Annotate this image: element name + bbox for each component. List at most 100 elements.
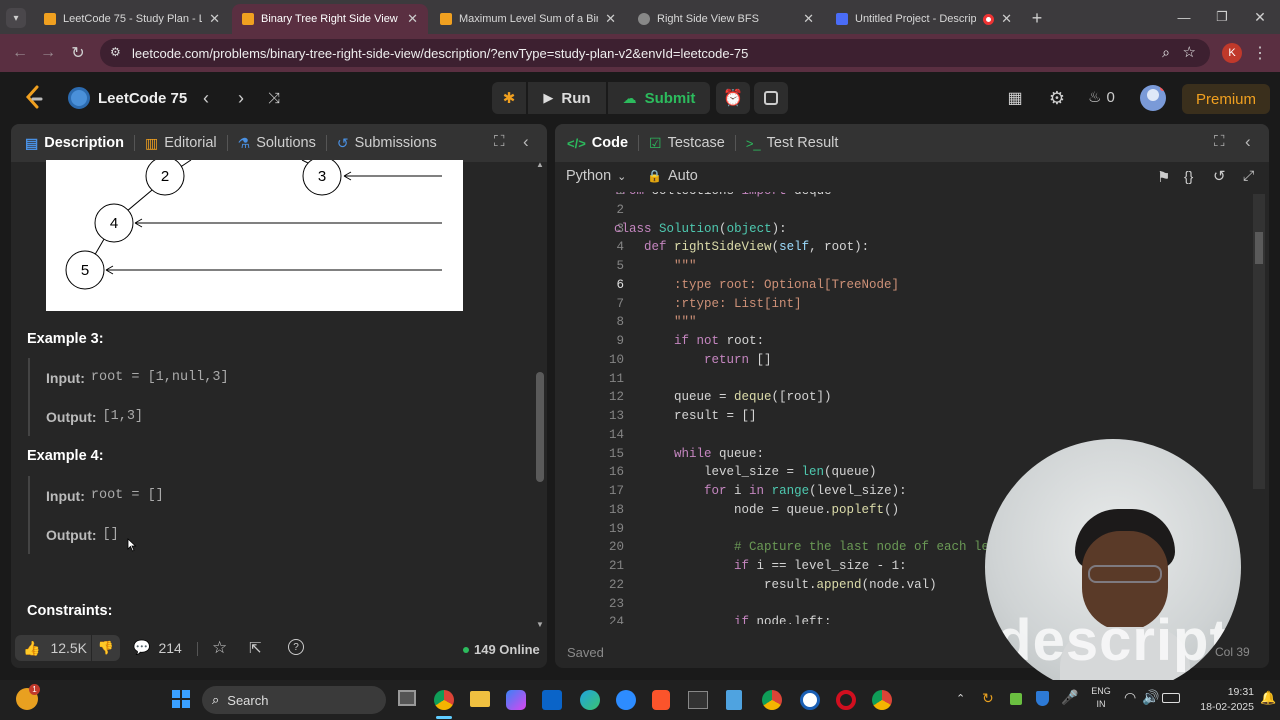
collapse-panel-icon[interactable]: ‹ <box>1245 132 1251 152</box>
tray-app-icon[interactable] <box>1010 693 1022 705</box>
file-explorer-icon[interactable] <box>470 691 490 707</box>
clock[interactable]: 19:31 18-02-2025 <box>1188 685 1254 715</box>
reset-code-icon[interactable]: ↺ <box>1213 167 1226 185</box>
timer-button[interactable]: ⏰ <box>716 82 750 114</box>
comments-button[interactable]: 💬 214 <box>133 639 182 656</box>
tab-test-result[interactable]: >_ Test Result <box>736 124 849 162</box>
browser-menu-icon[interactable]: ⋮ <box>1252 43 1268 63</box>
battery-icon[interactable] <box>1162 693 1180 703</box>
tab-editorial[interactable]: ▥ Editorial <box>135 124 227 162</box>
tab-search-icon[interactable]: ▾ <box>6 8 26 28</box>
sync-icon[interactable]: ↻ <box>982 690 994 707</box>
description-scrollbar[interactable]: ▲ ▼ <box>535 160 545 630</box>
tab-submissions[interactable]: ↺ Submissions <box>327 124 447 162</box>
opera-icon[interactable] <box>836 690 856 710</box>
premium-button[interactable]: Premium <box>1182 84 1270 114</box>
like-button[interactable]: 👍 12.5K <box>15 635 91 661</box>
next-problem-icon[interactable]: › <box>231 88 251 108</box>
close-tab-icon[interactable]: ✕ <box>407 11 418 27</box>
chrome-alt-icon[interactable] <box>762 690 782 710</box>
back-arrow-icon[interactable]: ← <box>10 43 30 63</box>
task-view-icon[interactable] <box>398 690 416 706</box>
browser-tab[interactable]: Right Side View BFS ✕ <box>628 4 824 34</box>
word-icon[interactable] <box>800 690 820 710</box>
code-line: :rtype: List[int] <box>614 296 802 311</box>
browser-tab-active[interactable]: Binary Tree Right Side View - Le ✕ <box>232 4 428 34</box>
format-braces-icon[interactable]: {} <box>1184 168 1193 184</box>
reload-icon[interactable]: ↻ <box>68 43 88 63</box>
fullscreen-icon[interactable]: ⤢ <box>1243 167 1254 184</box>
zoom-icon[interactable]: ⌕ <box>1162 44 1170 61</box>
thumbs-up-icon: 👍 <box>23 639 41 656</box>
microphone-icon[interactable]: 🎤 <box>1061 689 1078 706</box>
study-plan-link[interactable]: LeetCode 75 <box>68 87 187 109</box>
close-tab-icon[interactable]: ✕ <box>803 11 814 27</box>
streak-counter[interactable]: ♨ 0 <box>1088 88 1115 107</box>
run-button[interactable]: ▶ Run <box>528 82 606 114</box>
tab-description[interactable]: ▤ Description <box>11 124 134 162</box>
browser-tab[interactable]: Untitled Project - Descript ✕ <box>826 4 1022 34</box>
notes-button[interactable] <box>754 82 788 114</box>
settings-gear-icon[interactable]: ⚙ <box>1046 88 1068 108</box>
submit-button[interactable]: ☁ Submit <box>608 82 710 114</box>
tray-overflow-icon[interactable]: ⌃ <box>956 692 965 705</box>
zoom-app-icon[interactable] <box>616 690 636 710</box>
browser-tab[interactable]: LeetCode 75 - Study Plan - Leet ✕ <box>34 4 230 34</box>
windows-start-icon[interactable] <box>172 690 190 708</box>
tab-code[interactable]: </> Code <box>555 124 638 162</box>
forward-arrow-icon[interactable]: → <box>38 43 58 63</box>
notepad-icon[interactable] <box>726 690 742 710</box>
help-icon[interactable]: ? <box>288 639 304 655</box>
terminal-app-icon[interactable] <box>688 691 708 709</box>
chrome-active-icon[interactable] <box>872 690 892 710</box>
prev-problem-icon[interactable]: ‹ <box>196 88 216 108</box>
maximize-icon[interactable]: ❐ <box>1210 8 1234 26</box>
bookmark-icon[interactable]: ⚑ <box>1157 168 1170 186</box>
language-select[interactable]: Python ⌄ <box>566 168 626 184</box>
dislike-button[interactable]: 👎 <box>92 635 120 661</box>
close-tab-icon[interactable]: ✕ <box>209 11 220 27</box>
editor-scrollbar-thumb[interactable] <box>1255 232 1263 264</box>
edge-icon[interactable] <box>580 690 600 710</box>
outlook-icon[interactable] <box>542 690 562 710</box>
tab-testcase[interactable]: ☑ Testcase <box>639 124 735 162</box>
layout-grid-icon[interactable]: ▦ <box>1004 88 1026 108</box>
scroll-down-arrow-icon[interactable]: ▼ <box>536 620 544 629</box>
site-info-icon[interactable]: ⚙ <box>110 45 121 59</box>
url-input[interactable]: ⚙ leetcode.com/problems/binary-tree-righ… <box>100 39 1210 67</box>
code-line: return [] <box>704 352 772 367</box>
defender-icon[interactable] <box>1036 691 1049 706</box>
close-tab-icon[interactable]: ✕ <box>605 11 616 27</box>
wifi-icon[interactable]: ◠ <box>1124 689 1136 706</box>
volume-icon[interactable]: 🔊 <box>1142 689 1159 706</box>
close-tab-icon[interactable]: ✕ <box>1001 11 1012 27</box>
copilot-icon[interactable] <box>506 690 526 710</box>
shuffle-icon[interactable]: ⤨ <box>264 88 284 108</box>
bookmark-star-icon[interactable]: ☆ <box>1183 43 1196 61</box>
brave-icon[interactable] <box>652 690 670 710</box>
user-avatar[interactable] <box>1140 85 1166 111</box>
scroll-up-arrow-icon[interactable]: ▲ <box>536 160 544 169</box>
minimize-icon[interactable]: — <box>1172 8 1196 26</box>
bug-icon: ✱ <box>502 90 516 107</box>
line-number: 14 <box>608 427 624 442</box>
weather-widget[interactable]: 1 <box>16 684 40 710</box>
scrollbar-thumb[interactable] <box>536 372 544 482</box>
language-indicator[interactable]: ENG IN <box>1088 685 1114 711</box>
expand-panel-icon[interactable]: ⛶ <box>494 133 505 150</box>
leetcode-logo-icon[interactable] <box>24 85 44 111</box>
close-window-icon[interactable]: ✕ <box>1248 8 1272 26</box>
expand-panel-icon[interactable]: ⛶ <box>1214 133 1225 150</box>
debug-button[interactable]: ✱ <box>492 82 526 114</box>
auto-mode-toggle[interactable]: 🔒 Auto <box>647 168 698 184</box>
tab-solutions[interactable]: ⚗ Solutions <box>228 124 326 162</box>
browser-tab[interactable]: Maximum Level Sum of a Binar ✕ <box>430 4 626 34</box>
collapse-panel-icon[interactable]: ‹ <box>523 132 529 152</box>
notification-bell-icon[interactable]: 🔔 <box>1260 690 1276 706</box>
share-icon[interactable]: ⇱ <box>249 639 262 657</box>
profile-avatar[interactable]: K <box>1222 43 1242 63</box>
favorite-star-icon[interactable]: ☆ <box>212 638 227 658</box>
taskbar-search[interactable]: ⌕ Search <box>202 686 386 714</box>
chrome-icon[interactable] <box>434 690 454 710</box>
new-tab-icon[interactable]: + <box>1026 8 1048 28</box>
